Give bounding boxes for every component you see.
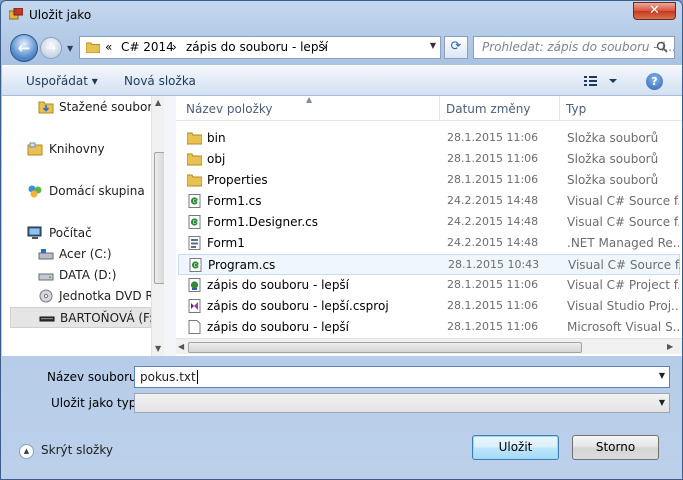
cancel-button[interactable]: Storno	[572, 435, 659, 460]
column-header-name[interactable]: Název položky	[186, 102, 272, 116]
file-row-form1-designer-cs[interactable]: C# Form1.Designer.cs 24.2.2015 14:48 Vis…	[178, 212, 680, 233]
folder-icon	[187, 174, 202, 187]
filename-field[interactable]: pokus.txt ▼	[134, 366, 670, 388]
scroll-right-icon[interactable]: ▶	[667, 342, 673, 351]
sort-ascending-icon: ▲	[306, 96, 313, 104]
breadcrumb-current-folder[interactable]: zápis do souboru - lepší	[186, 40, 328, 54]
file-row-program-cs[interactable]: C# Program.cs 28.1.2015 10:43 Visual C# …	[178, 254, 680, 275]
save-button[interactable]: Uložit	[472, 435, 559, 460]
drive-icon	[38, 249, 54, 260]
nav-item-drive-d[interactable]: DATA (D:)	[2, 265, 152, 286]
recent-locations-dropdown[interactable]: ▼	[67, 44, 73, 53]
chevron-down-icon[interactable]: ▼	[430, 41, 436, 50]
breadcrumb-separator[interactable]: ›	[172, 40, 177, 54]
chevron-down-icon[interactable]: ▼	[659, 398, 665, 407]
address-bar[interactable]: « C# 2014 › zápis do souboru - lepší › ▼	[79, 36, 441, 59]
filename-value: pokus.txt	[140, 370, 196, 384]
view-options-icon[interactable]	[584, 73, 622, 89]
filename-label: Název souboru:	[47, 370, 141, 384]
search-icon	[656, 41, 668, 53]
nav-item-usb-drive[interactable]: BARTOŇOVÁ (F:)	[10, 307, 158, 328]
search-placeholder: Prohledat: zápis do souboru - l...	[482, 40, 675, 54]
column-header-date[interactable]: Datum změny	[446, 102, 531, 116]
file-row-form1-resx[interactable]: Form1 24.2.2015 14:48 .NET Managed Re...	[178, 233, 680, 254]
file-row-properties[interactable]: Properties 28.1.2015 11:06 Složka soubor…	[178, 170, 680, 191]
new-folder-button[interactable]: Nová složka	[124, 74, 196, 88]
vs-project-icon	[188, 299, 201, 313]
csproj-file-icon	[188, 278, 201, 292]
help-button[interactable]: ?	[646, 73, 663, 90]
file-row-csproj[interactable]: zápis do souboru - lepší.csproj 28.1.201…	[178, 296, 680, 317]
breadcrumb-csharp-2014[interactable]: C# 2014	[121, 40, 174, 54]
folder-icon	[187, 132, 202, 145]
homegroup-icon	[28, 185, 42, 198]
drive-icon	[38, 273, 54, 281]
save-as-dialog: Uložit jako ✕ ← → ▼ « C# 2014 › zápis do…	[0, 0, 683, 480]
column-header-type[interactable]: Typ	[566, 102, 586, 116]
file-row-csproj-user[interactable]: zápis do souboru - lepší 28.1.2015 11:06…	[178, 275, 680, 296]
toolbar: Uspořádat ▾ Nová složka ?	[2, 65, 682, 96]
horizontal-scroll-thumb[interactable]	[188, 342, 582, 353]
chevron-up-icon: ▲	[19, 444, 34, 459]
file-row-suo[interactable]: zápis do souboru - lepší 28.1.2015 11:06…	[178, 317, 680, 338]
app-icon	[9, 8, 23, 20]
file-row-bin[interactable]: bin 28.1.2015 11:06 Složka souborů	[178, 128, 680, 149]
folder-icon	[86, 42, 100, 53]
svg-text:C#: C#	[194, 263, 202, 269]
nav-item-downloads[interactable]: Stažené soubory	[2, 97, 159, 118]
scroll-down-icon[interactable]: ▼	[155, 344, 161, 353]
nav-item-drive-c[interactable]: Acer (C:)	[2, 244, 152, 265]
file-list: Název položky ▲ Datum změny Typ bin 28.1…	[176, 96, 682, 356]
svg-text:C#: C#	[193, 199, 201, 205]
dvd-drive-icon	[39, 289, 53, 303]
nav-item-libraries[interactable]: Knihovny	[2, 139, 152, 160]
window-title: Uložit jako	[29, 8, 92, 22]
filetype-label: Uložit jako typ:	[51, 396, 141, 410]
close-button[interactable]: ✕	[633, 2, 676, 20]
horizontal-scrollbar[interactable]: ◀ ▶	[176, 338, 682, 354]
folder-icon	[187, 153, 202, 166]
breadcrumb-overflow[interactable]: «	[105, 40, 112, 54]
nav-scroll-thumb[interactable]	[154, 152, 164, 284]
csharp-file-icon: C#	[189, 258, 202, 272]
organize-button[interactable]: Uspořádat ▾	[26, 74, 98, 88]
title-bar[interactable]: Uložit jako ✕	[1, 1, 682, 31]
filetype-select[interactable]: ▼	[134, 393, 670, 413]
nav-item-homegroup[interactable]: Domácí skupina	[2, 181, 152, 202]
column-headers: Název položky ▲ Datum změny Typ	[176, 96, 682, 121]
svg-text:C#: C#	[193, 220, 201, 226]
back-button[interactable]: ←	[10, 34, 38, 62]
csharp-file-icon: C#	[188, 194, 201, 208]
nav-scrollbar[interactable]: ▲ ▼	[151, 96, 164, 356]
file-row-form1-cs[interactable]: C# Form1.cs 24.2.2015 14:48 Visual C# So…	[178, 191, 680, 212]
scroll-left-icon[interactable]: ◀	[178, 342, 184, 351]
navigation-pane: Stažené soubory Knihovny Domácí skupina …	[2, 96, 164, 356]
pane-splitter[interactable]	[164, 96, 176, 356]
file-row-obj[interactable]: obj 28.1.2015 11:06 Složka souborů	[178, 149, 680, 170]
nav-item-computer[interactable]: Počítač	[2, 223, 152, 244]
chevron-down-icon[interactable]: ▼	[659, 371, 665, 380]
libraries-icon	[27, 142, 43, 156]
search-input[interactable]: Prohledat: zápis do souboru - l...	[473, 36, 675, 59]
hide-folders-toggle[interactable]: ▲ Skrýt složky	[19, 443, 113, 459]
blank-file-icon	[188, 320, 201, 334]
downloads-folder-icon	[38, 101, 54, 114]
scroll-up-icon[interactable]: ▲	[155, 98, 161, 107]
usb-drive-icon	[39, 316, 55, 322]
breadcrumb-separator[interactable]: ›	[322, 40, 327, 54]
refresh-button[interactable]: ⟳	[444, 36, 468, 59]
resource-file-icon	[188, 236, 201, 250]
nav-item-dvd-drive[interactable]: Jednotka DVD RW	[2, 286, 164, 307]
computer-icon	[27, 226, 42, 239]
forward-button[interactable]: →	[40, 37, 62, 59]
csharp-file-icon: C#	[188, 215, 201, 229]
